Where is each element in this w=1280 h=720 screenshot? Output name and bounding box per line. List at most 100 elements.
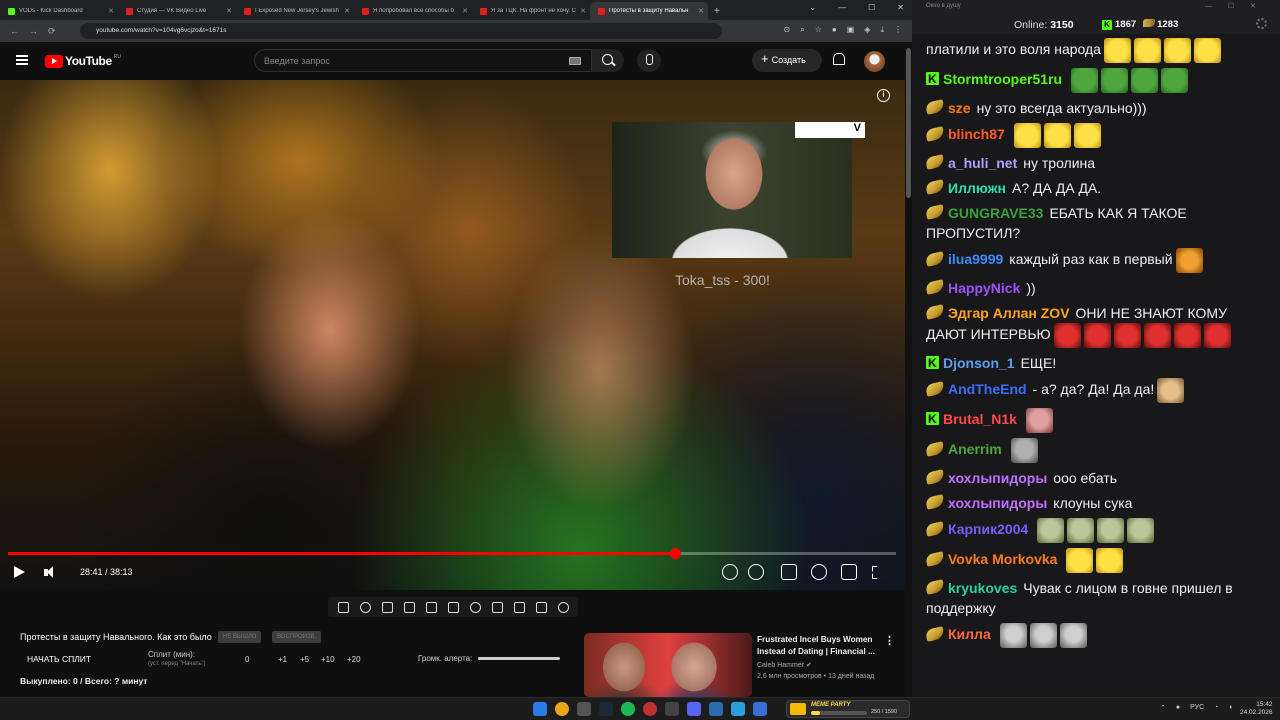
extension-icon[interactable]: ◈ bbox=[864, 25, 870, 35]
mini-player-icon[interactable] bbox=[491, 601, 503, 613]
split-add-20[interactable]: +20 bbox=[347, 655, 361, 664]
chat-username[interactable]: Stormtrooper51ru bbox=[943, 71, 1062, 87]
recommendation-thumbnail[interactable] bbox=[584, 633, 752, 697]
chat-username[interactable]: хохлыпидоры bbox=[948, 495, 1047, 511]
close-icon[interactable]: ✕ bbox=[698, 7, 704, 15]
tab-youtube-2[interactable]: Я попробовал все способы б ✕ bbox=[354, 2, 472, 20]
url-field[interactable]: youtube.com/watch?v=104vg6vcjzo&t=1671s bbox=[80, 23, 722, 39]
avatar[interactable] bbox=[864, 51, 885, 72]
chip-play[interactable]: ВОСПРОИЗВ. bbox=[272, 631, 322, 643]
video-player[interactable]: V Toka_tss - 300! i 28:41 / 38:13 bbox=[0, 80, 905, 590]
record-icon[interactable] bbox=[381, 601, 393, 613]
chat-username[interactable]: kryukoves bbox=[948, 580, 1017, 596]
pause-autoplay-icon[interactable] bbox=[748, 564, 764, 580]
app-icon[interactable] bbox=[753, 702, 767, 716]
sponsor-icon[interactable] bbox=[722, 564, 738, 580]
more-options-icon[interactable]: ⋮ bbox=[884, 634, 895, 647]
menu-icon[interactable]: ⋮ bbox=[894, 25, 902, 35]
gear-icon[interactable] bbox=[557, 601, 569, 613]
chat-username[interactable]: blinch87 bbox=[948, 126, 1005, 142]
start-split-button[interactable]: НАЧАТЬ СПЛИТ bbox=[27, 654, 91, 664]
reload-icon[interactable]: ⟳ bbox=[48, 26, 56, 37]
chat-username[interactable]: sze bbox=[948, 100, 971, 116]
chat-username[interactable]: Иллюжн bbox=[948, 180, 1006, 196]
discord-icon[interactable] bbox=[687, 702, 701, 716]
tab-vk-studio[interactable]: Студия — VK Видео Live ✕ bbox=[118, 2, 236, 20]
close-icon[interactable]: ✕ bbox=[580, 7, 586, 15]
zoom-icon[interactable]: ⌕ bbox=[800, 25, 804, 35]
keyboard-icon[interactable] bbox=[569, 57, 581, 65]
chip-not-out[interactable]: НЕ ВЫШЛО bbox=[218, 631, 262, 643]
bell-icon[interactable] bbox=[832, 53, 845, 66]
recommendation-title[interactable]: Frustrated Incel Buys Women Instead of D… bbox=[757, 634, 882, 657]
play-icon[interactable] bbox=[14, 566, 25, 578]
split-add-1[interactable]: +1 bbox=[278, 655, 287, 664]
forward-icon[interactable]: → bbox=[29, 26, 38, 36]
progress-bar[interactable] bbox=[8, 548, 896, 559]
download-icon[interactable]: ⤓ bbox=[880, 25, 884, 35]
app-icon[interactable] bbox=[665, 702, 679, 716]
speed-icon[interactable] bbox=[469, 601, 481, 613]
scrollbar-thumb[interactable] bbox=[906, 48, 911, 198]
theater-mode-icon[interactable] bbox=[841, 564, 857, 580]
lang-indicator[interactable]: РУС bbox=[1190, 704, 1204, 712]
back-icon[interactable]: ← bbox=[10, 26, 19, 36]
progress-handle[interactable] bbox=[669, 548, 681, 559]
volume-icon[interactable]: ◖ bbox=[1228, 704, 1232, 712]
chat-username[interactable]: Brutal_N1k bbox=[943, 411, 1017, 427]
steam-icon[interactable] bbox=[599, 702, 613, 716]
lens-icon[interactable]: ⊙ bbox=[784, 25, 791, 35]
youtube-logo[interactable]: YouTube RU bbox=[45, 54, 121, 68]
frame-icon[interactable] bbox=[447, 601, 459, 613]
split-add-5[interactable]: +5 bbox=[300, 655, 309, 664]
info-icon[interactable]: i bbox=[877, 89, 890, 102]
tab-kick-dashboard[interactable]: VODs - Kick Dashboard ✕ bbox=[0, 2, 118, 20]
close-icon[interactable]: ✕ bbox=[108, 7, 114, 15]
close-icon[interactable]: ✕ bbox=[344, 7, 350, 15]
tab-youtube-1[interactable]: I Exposed New Jersey's Jewish ✕ bbox=[236, 2, 354, 20]
chat-username[interactable]: Djonson_1 bbox=[943, 355, 1015, 371]
meme-party-widget[interactable]: MEME PARTY 250 / 1590 bbox=[786, 700, 910, 718]
chat-username[interactable]: Карпик2004 bbox=[948, 521, 1028, 537]
chat-username[interactable]: ilua9999 bbox=[948, 251, 1003, 267]
chevron-down-icon[interactable]: ⌄ bbox=[809, 3, 816, 12]
explorer-icon[interactable] bbox=[577, 702, 591, 716]
clip-icon[interactable] bbox=[403, 601, 415, 613]
chrome-icon[interactable] bbox=[555, 702, 569, 716]
obs-icon[interactable] bbox=[643, 702, 657, 716]
close-icon[interactable]: ✕ bbox=[226, 7, 232, 15]
telegram-icon[interactable] bbox=[731, 702, 745, 716]
mic-icon[interactable]: ● bbox=[1176, 704, 1180, 712]
chat-username[interactable]: хохлыпидоры bbox=[948, 470, 1047, 486]
search-input[interactable]: Введите запрос bbox=[254, 49, 592, 72]
minimize-icon[interactable]: — bbox=[838, 3, 846, 12]
tab-youtube-3[interactable]: Я за ТЦК. На фронт не хочу. С ✕ bbox=[472, 2, 590, 20]
subtitles-icon[interactable] bbox=[781, 564, 797, 580]
clock[interactable]: 15:42 24.02.2026 bbox=[1240, 701, 1273, 717]
spotify-icon[interactable] bbox=[621, 702, 635, 716]
create-button[interactable]: + Создать bbox=[752, 49, 822, 72]
volume-icon[interactable] bbox=[44, 566, 58, 579]
page-scrollbar[interactable] bbox=[905, 42, 912, 697]
chevron-up-icon[interactable]: ⌃ bbox=[1160, 704, 1166, 712]
pip-icon[interactable] bbox=[425, 601, 437, 613]
menu-icon[interactable] bbox=[16, 55, 28, 65]
mic-icon[interactable] bbox=[637, 49, 661, 72]
chat-username[interactable]: Килла bbox=[948, 626, 991, 642]
extension-icon[interactable]: ● bbox=[832, 25, 837, 35]
extension-icon[interactable]: ▣ bbox=[847, 25, 855, 35]
alert-volume-slider[interactable] bbox=[478, 657, 560, 660]
chat-username[interactable]: Vovka Morkovka bbox=[948, 551, 1057, 567]
filter-icon[interactable] bbox=[535, 601, 547, 613]
video-editor-icon[interactable] bbox=[709, 702, 723, 716]
star-icon[interactable]: ☆ bbox=[815, 25, 822, 35]
gear-icon[interactable] bbox=[1256, 18, 1267, 29]
split-value-0[interactable]: 0 bbox=[245, 655, 249, 664]
tab-youtube-active[interactable]: Протесты в защиту Навальн ✕ bbox=[590, 2, 708, 20]
chat-username[interactable]: GUNGRAVE33 bbox=[948, 205, 1043, 221]
recommendation-channel[interactable]: Caleb Hammer ✔ bbox=[757, 661, 812, 669]
split-add-10[interactable]: +10 bbox=[321, 655, 335, 664]
search-icon[interactable] bbox=[592, 49, 624, 72]
chat-username[interactable]: HappyNick bbox=[948, 280, 1020, 296]
chat-username[interactable]: Anerrim bbox=[948, 441, 1002, 457]
